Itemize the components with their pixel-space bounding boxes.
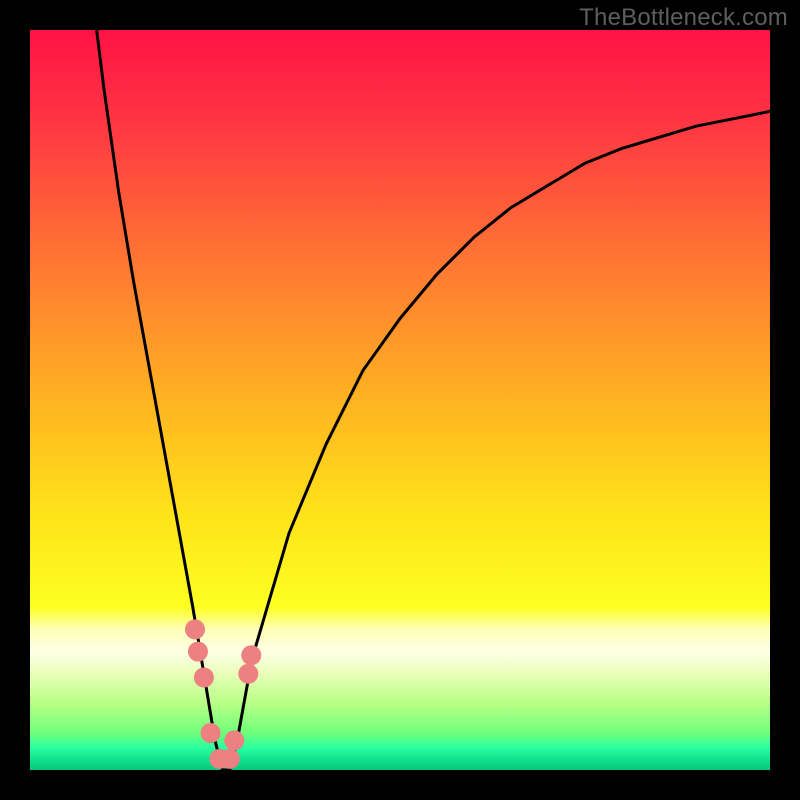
chart-frame: TheBottleneck.com: [0, 0, 800, 800]
data-marker: [188, 642, 208, 662]
data-marker: [194, 668, 214, 688]
data-marker: [220, 749, 240, 769]
chart-svg: [30, 30, 770, 770]
watermark-text: TheBottleneck.com: [579, 4, 788, 32]
data-marker: [201, 723, 221, 743]
data-marker: [238, 664, 258, 684]
data-marker: [185, 619, 205, 639]
plot-area: [30, 30, 770, 770]
data-marker: [241, 645, 261, 665]
data-marker: [224, 730, 244, 750]
